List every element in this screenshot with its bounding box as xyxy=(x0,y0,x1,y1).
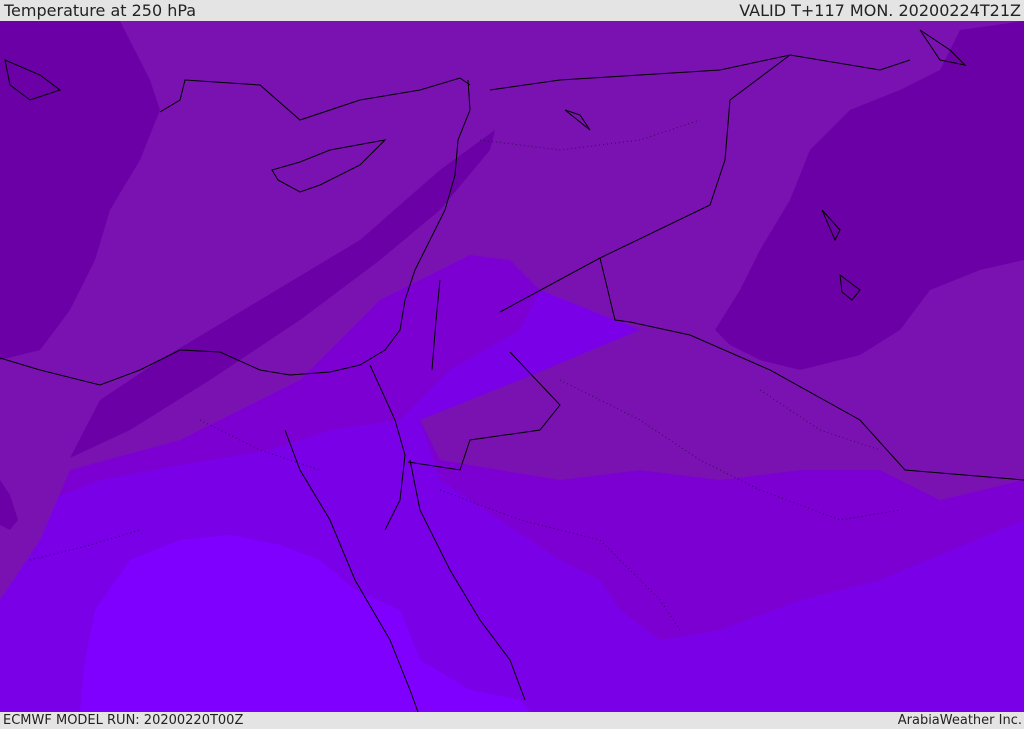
map-title: Temperature at 250 hPa xyxy=(4,1,197,20)
weather-map xyxy=(0,21,1024,712)
top-bar: Temperature at 250 hPa VALID T+117 MON. … xyxy=(0,0,1024,21)
credit: ArabiaWeather Inc. xyxy=(897,713,1022,728)
valid-time: VALID T+117 MON. 20200224T21Z xyxy=(739,1,1021,20)
model-run: ECMWF MODEL RUN: 20200220T00Z xyxy=(3,713,244,728)
bottom-bar: ECMWF MODEL RUN: 20200220T00Z ArabiaWeat… xyxy=(0,712,1024,729)
